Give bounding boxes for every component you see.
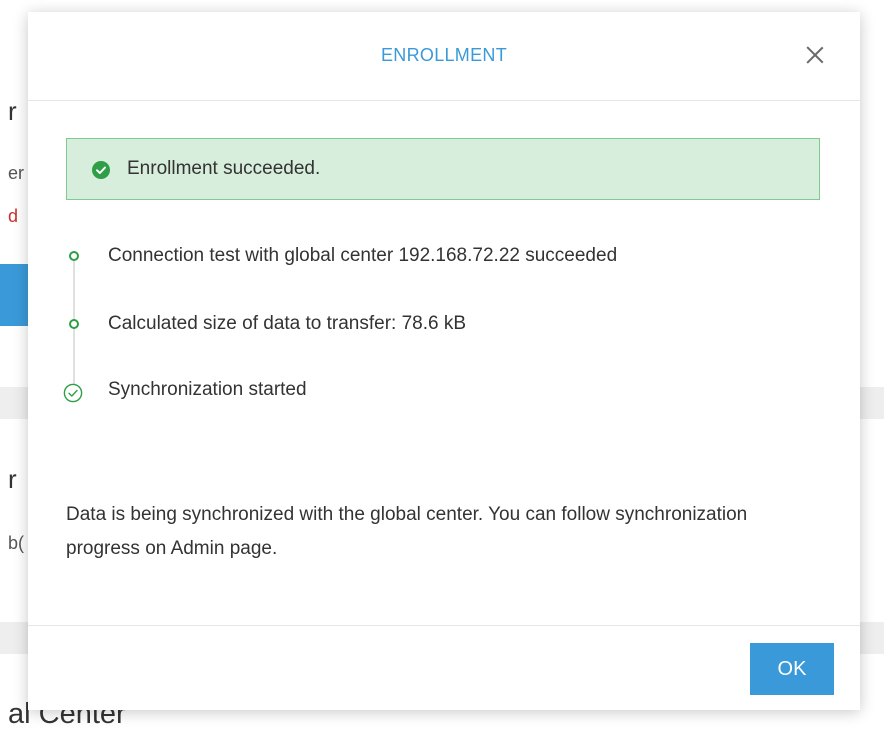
background-button-fragment <box>0 264 28 326</box>
background-heading-fragment: r <box>8 96 17 126</box>
dialog-title: ENROLLMENT <box>380 45 508 65</box>
ok-button[interactable]: OK <box>750 643 834 695</box>
step-label: Calculated size of data to transfer: 78.… <box>108 313 467 334</box>
step-label: Connection test with global center 192.1… <box>108 245 618 266</box>
success-alert: Enrollment succeeded. <box>66 138 820 200</box>
enrollment-dialog: ENROLLMENT Enrollment succeeded. Connect… <box>28 12 860 710</box>
alert-message: Enrollment succeeded. <box>127 158 321 179</box>
background-heading-fragment: r <box>8 464 17 494</box>
close-icon[interactable] <box>804 44 826 66</box>
background-text-fragment: er <box>8 163 25 183</box>
step-done-icon <box>69 251 79 261</box>
step-label: Synchronization started <box>108 379 307 400</box>
check-circle-icon <box>92 161 110 179</box>
step-check-circle-icon <box>63 383 83 403</box>
dialog-footer: OK <box>28 625 860 710</box>
dialog-header: ENROLLMENT <box>28 12 860 101</box>
step-done-icon <box>69 319 79 329</box>
sync-info-text: Data is being synchronized with the glob… <box>66 504 748 559</box>
background-error-fragment: d <box>8 206 19 226</box>
background-text-fragment: b( <box>8 533 25 553</box>
